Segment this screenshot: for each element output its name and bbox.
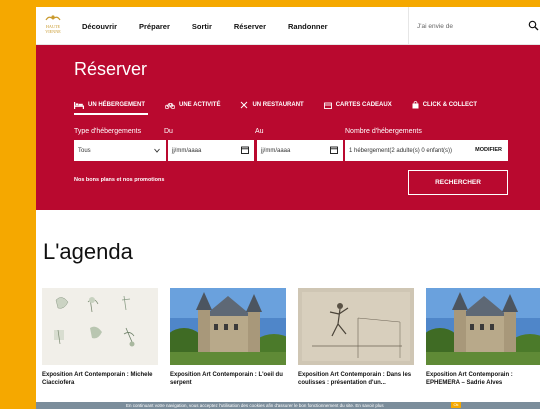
logo-icon[interactable]: HAUTE VIENNE <box>42 12 64 38</box>
nav-item-reserver[interactable]: Réserver <box>234 22 266 31</box>
event-title[interactable]: Exposition Art Contemporain : Dans les c… <box>298 371 414 387</box>
svg-text:VIENNE: VIENNE <box>45 29 61 34</box>
tab-cartes-cadeaux-label: CARTES CADEAUX <box>335 102 392 108</box>
tab-restaurant-label: UN RESTAURANT <box>252 102 304 108</box>
event-image[interactable] <box>298 288 414 365</box>
from-date-field[interactable]: jj/mm/aaaa <box>168 140 254 161</box>
promotions-link[interactable]: Nos bons plans et nos promotions <box>74 177 164 183</box>
event-title[interactable]: Exposition Art Contemporain : EPHEMERA –… <box>426 371 540 387</box>
tab-cartes-cadeaux[interactable]: CARTES CADEAUX <box>323 102 392 109</box>
cookie-banner: En continuant votre navigation, vous acc… <box>36 402 540 409</box>
accommodation-count-value: 1 hébergement(2 adulte(s) 0 enfant(s)) <box>349 147 453 154</box>
gift-card-icon <box>323 102 332 109</box>
chevron-down-icon <box>154 148 160 153</box>
cookie-text: En continuant votre navigation, vous acc… <box>126 403 384 408</box>
nav-item-sortir[interactable]: Sortir <box>192 22 212 31</box>
search-icon[interactable] <box>528 20 539 31</box>
to-label: Au <box>255 128 264 135</box>
page: HAUTE VIENNE Découvrir Préparer Sortir R… <box>36 7 540 409</box>
bicycle-icon <box>165 102 176 109</box>
booking-title: Réserver <box>74 59 148 79</box>
tab-activite[interactable]: UNE ACTIVITÉ <box>165 102 220 109</box>
calendar-icon[interactable] <box>330 146 338 154</box>
event-image[interactable] <box>42 288 158 365</box>
type-select[interactable]: Tous <box>74 140 166 161</box>
tab-activite-label: UNE ACTIVITÉ <box>179 102 221 108</box>
agenda-title: L'agenda <box>43 239 133 264</box>
main-nav: Découvrir Préparer Sortir Réserver Rando… <box>82 7 350 45</box>
header-search <box>408 7 540 45</box>
type-select-value: Tous <box>78 147 91 154</box>
agenda-cards: Exposition Art Contemporain : Michele Ci… <box>42 288 540 409</box>
cutlery-icon <box>241 101 248 109</box>
event-title[interactable]: Exposition Art Contemporain : L'oeil du … <box>170 371 286 387</box>
modify-button[interactable]: MODIFIER <box>475 147 502 153</box>
booking-panel: Réserver UN HÉBERGEMENT UNE ACTIVITÉ UN … <box>36 45 540 210</box>
nav-item-decouvrir[interactable]: Découvrir <box>82 22 117 31</box>
type-label: Type d'hébergements <box>74 128 142 135</box>
from-date-value: jj/mm/aaaa <box>172 147 202 154</box>
agenda-card[interactable]: Exposition Art Contemporain : Michele Ci… <box>42 288 158 409</box>
tab-click-collect-label: CLICK & COLLECT <box>422 102 478 108</box>
event-image[interactable] <box>426 288 540 365</box>
accommodation-count-field[interactable]: 1 hébergement(2 adulte(s) 0 enfant(s)) M… <box>345 140 508 161</box>
agenda-card[interactable]: Exposition Art Contemporain : EPHEMERA –… <box>426 288 540 409</box>
tab-hebergement[interactable]: UN HÉBERGEMENT <box>74 101 146 109</box>
search-button[interactable]: RECHERCHER <box>408 170 508 195</box>
event-image[interactable] <box>170 288 286 365</box>
tab-restaurant[interactable]: UN RESTAURANT <box>240 101 304 109</box>
agenda-card[interactable]: Exposition Art Contemporain : L'oeil du … <box>170 288 286 409</box>
active-tab-indicator <box>74 113 148 115</box>
tab-click-collect[interactable]: CLICK & COLLECT <box>412 101 477 109</box>
calendar-icon[interactable] <box>241 146 249 154</box>
agenda-card[interactable]: Exposition Art Contemporain : Dans les c… <box>298 288 414 409</box>
shopping-bag-icon <box>412 101 419 109</box>
search-input[interactable] <box>417 19 517 33</box>
nav-item-preparer[interactable]: Préparer <box>139 22 170 31</box>
booking-tabs: UN HÉBERGEMENT UNE ACTIVITÉ UN RESTAURAN… <box>74 98 497 112</box>
from-label: Du <box>164 128 173 135</box>
event-title[interactable]: Exposition Art Contemporain : Michele Ci… <box>42 371 158 387</box>
bed-icon <box>74 101 84 109</box>
to-date-field[interactable]: jj/mm/aaaa <box>257 140 343 161</box>
cookie-ok-button[interactable]: Ok <box>451 402 461 408</box>
nav-item-randonner[interactable]: Randonner <box>288 22 328 31</box>
site-header: HAUTE VIENNE Découvrir Préparer Sortir R… <box>36 7 540 45</box>
to-date-value: jj/mm/aaaa <box>261 147 291 154</box>
count-label: Nombre d'hébergements <box>345 128 422 135</box>
tab-hebergement-label: UN HÉBERGEMENT <box>88 102 146 108</box>
